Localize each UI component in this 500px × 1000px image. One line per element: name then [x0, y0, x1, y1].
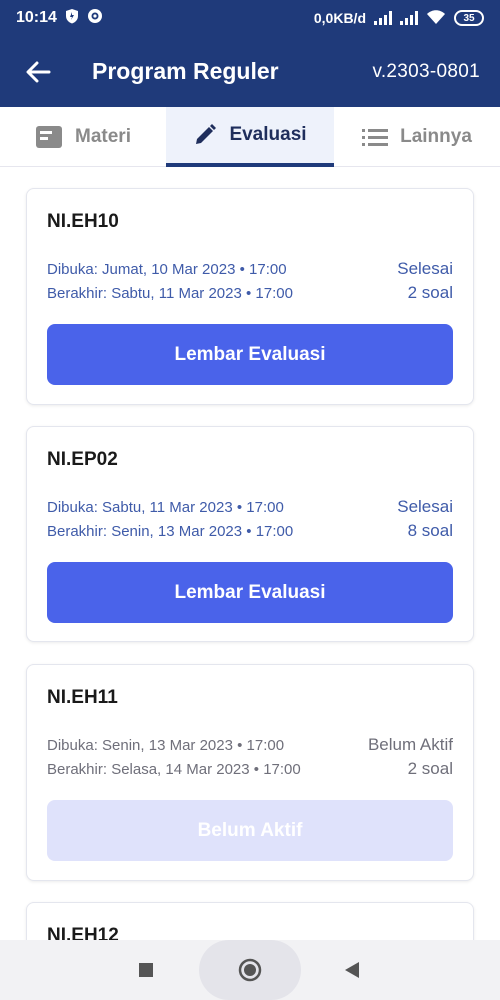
wifi-icon [426, 9, 446, 28]
square-recent-icon [139, 963, 153, 977]
app-bar: Program Reguler v.2303-0801 [0, 36, 500, 107]
evaluation-opened: Dibuka: Sabtu, 11 Mar 2023 • 17:00 [47, 499, 284, 516]
evaluation-opened: Dibuka: Jumat, 10 Mar 2023 • 17:00 [47, 261, 287, 278]
shield-icon [65, 8, 79, 29]
system-back-button[interactable] [332, 940, 372, 1000]
status-badge: Belum Aktif [367, 735, 453, 754]
evaluation-opened: Dibuka: Senin, 13 Mar 2023 • 17:00 [47, 737, 285, 754]
system-nav-bar [0, 940, 500, 1000]
status-bar: 10:14 0,0KB/d 35 [0, 0, 500, 36]
battery-level: 35 [463, 12, 475, 24]
evaluation-code: NI.EH12 [47, 925, 119, 940]
network-speed: 0,0KB/d [313, 10, 366, 26]
evaluation-sheet-button[interactable]: Lembar Evaluasi [47, 562, 453, 623]
status-badge: Selesai [397, 259, 453, 278]
question-count: 2 soal [407, 283, 453, 302]
evaluation-sheet-button[interactable]: Lembar Evaluasi [47, 324, 453, 385]
question-count: 2 soal [407, 759, 453, 778]
evaluation-card: NI.EH11 Dibuka: Senin, 13 Mar 2023 • 17:… [26, 664, 474, 881]
evaluation-card: NI.EH12 [26, 902, 474, 940]
evaluation-closed: Berakhir: Senin, 13 Mar 2023 • 17:00 [47, 523, 294, 540]
book-icon [36, 126, 63, 148]
page-title: Program Reguler [92, 58, 279, 84]
list-icon [362, 129, 389, 146]
circle-home-icon [238, 958, 262, 982]
back-button[interactable] [22, 56, 54, 88]
inactive-evaluation-button: Belum Aktif [47, 800, 453, 861]
evaluation-card: NI.EH10 Dibuka: Jumat, 10 Mar 2023 • 17:… [26, 188, 474, 405]
tab-label: Lainnya [400, 126, 472, 147]
recent-apps-button[interactable] [126, 940, 166, 1000]
tab-lainnya[interactable]: Lainnya [334, 107, 500, 167]
tab-evaluasi[interactable]: Evaluasi [166, 107, 334, 167]
signal-icon [400, 11, 418, 25]
evaluation-code: NI.EP02 [47, 449, 118, 470]
tab-label: Evaluasi [229, 124, 307, 145]
evaluation-code: NI.EH11 [47, 687, 118, 708]
evaluation-closed: Berakhir: Sabtu, 11 Mar 2023 • 17:00 [47, 285, 293, 302]
arrow-left-icon [26, 61, 51, 82]
tab-materi[interactable]: Materi [0, 107, 166, 167]
evaluation-closed: Berakhir: Selasa, 14 Mar 2023 • 17:00 [47, 761, 301, 778]
home-button[interactable] [199, 940, 301, 1000]
triangle-back-icon [345, 962, 359, 978]
evaluation-list[interactable]: NI.EH10 Dibuka: Jumat, 10 Mar 2023 • 17:… [0, 168, 500, 940]
tab-label: Materi [75, 126, 131, 147]
status-badge: Selesai [397, 497, 453, 516]
tab-bar: Materi Evaluasi Lainnya [0, 107, 500, 167]
signal-icon [374, 11, 392, 25]
circle-app-icon [87, 8, 103, 29]
question-count: 8 soal [407, 521, 453, 540]
pencil-icon [196, 124, 217, 144]
app-version: v.2303-0801 [372, 60, 480, 82]
evaluation-card: NI.EP02 Dibuka: Sabtu, 11 Mar 2023 • 17:… [26, 426, 474, 642]
battery-icon: 35 [454, 10, 484, 26]
evaluation-code: NI.EH10 [47, 211, 119, 232]
status-time: 10:14 [16, 9, 57, 26]
